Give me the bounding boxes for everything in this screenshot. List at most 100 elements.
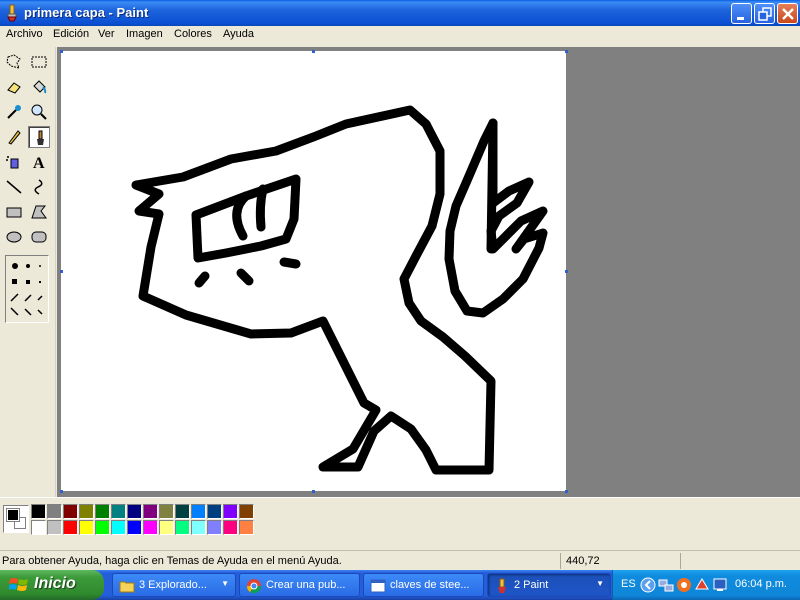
color-palette: [0, 497, 800, 547]
eraser-icon: [7, 82, 21, 94]
tool-polygon[interactable]: [28, 201, 50, 223]
palette-swatch[interactable]: [239, 520, 254, 535]
system-tray: ES 06:04 p.m.: [612, 570, 800, 600]
language-indicator[interactable]: ES: [621, 578, 636, 590]
chevron-left-icon[interactable]: [640, 577, 656, 593]
tool-color-picker[interactable]: [3, 101, 25, 123]
resize-handle[interactable]: [60, 270, 63, 273]
task-paint[interactable]: 2 Paint ▼: [487, 573, 611, 597]
free-select-icon: [6, 54, 21, 69]
palette-swatch[interactable]: [79, 504, 94, 519]
palette-swatch[interactable]: [207, 504, 222, 519]
tool-pencil[interactable]: [3, 126, 25, 148]
palette-swatch[interactable]: [79, 520, 94, 535]
palette-swatch[interactable]: [143, 504, 158, 519]
palette-swatch[interactable]: [191, 504, 206, 519]
tool-fill[interactable]: [28, 76, 50, 98]
menu-colores[interactable]: Colores: [174, 28, 212, 40]
tool-rounded-rect[interactable]: [28, 226, 50, 248]
tool-line[interactable]: [3, 176, 25, 198]
monitor-icon[interactable]: [712, 577, 728, 593]
resize-handle[interactable]: [312, 490, 315, 493]
task-explorer[interactable]: 3 Explorado... ▼: [112, 573, 236, 597]
chevron-down-icon: ▼: [221, 579, 229, 588]
palette-swatch[interactable]: [239, 504, 254, 519]
chevron-down-icon: ▼: [596, 579, 604, 588]
canvas-workarea[interactable]: [57, 47, 800, 497]
menu-imagen[interactable]: Imagen: [126, 28, 163, 40]
update-icon[interactable]: [694, 577, 710, 593]
tool-curve[interactable]: [28, 176, 50, 198]
palette-swatch[interactable]: [111, 504, 126, 519]
palette-swatch[interactable]: [95, 520, 110, 535]
tool-ellipse[interactable]: [3, 226, 25, 248]
window-icon: [370, 579, 386, 593]
menu-edicion[interactable]: Edición: [53, 28, 89, 40]
task-claves[interactable]: claves de stee...: [363, 573, 484, 597]
start-button[interactable]: Inicio: [0, 570, 104, 600]
text-icon: A: [33, 155, 45, 171]
palette-swatch[interactable]: [31, 504, 46, 519]
rounded-rect-icon: [31, 231, 47, 243]
palette-swatch[interactable]: [223, 504, 238, 519]
menu-ayuda[interactable]: Ayuda: [223, 28, 254, 40]
resize-handle[interactable]: [565, 50, 568, 53]
antivirus-icon[interactable]: [676, 577, 692, 593]
palette-swatch[interactable]: [127, 504, 142, 519]
palette-swatch[interactable]: [31, 520, 46, 535]
rect-select-icon: [31, 56, 47, 68]
menu-archivo[interactable]: Archivo: [6, 28, 43, 40]
paint-icon: [498, 578, 506, 593]
brush-size-options[interactable]: [5, 255, 49, 323]
palette-swatch[interactable]: [223, 520, 238, 535]
resize-handle[interactable]: [60, 490, 63, 493]
palette-swatch[interactable]: [159, 504, 174, 519]
status-divider: [560, 553, 561, 569]
minimize-button[interactable]: [731, 3, 752, 24]
tool-magnifier[interactable]: [28, 101, 50, 123]
task-chrome[interactable]: Crear una pub...: [239, 573, 360, 597]
close-button[interactable]: [777, 3, 798, 24]
palette-swatch[interactable]: [143, 520, 158, 535]
palette-swatch[interactable]: [175, 504, 190, 519]
color-picker-icon: [7, 105, 21, 119]
resize-handle[interactable]: [565, 270, 568, 273]
palette-swatch[interactable]: [63, 520, 78, 535]
palette-swatch[interactable]: [47, 520, 62, 535]
menu-ver[interactable]: Ver: [98, 28, 115, 40]
resize-handle[interactable]: [312, 50, 315, 53]
tool-eraser[interactable]: [3, 76, 25, 98]
palette-swatch[interactable]: [175, 520, 190, 535]
maximize-button[interactable]: [754, 3, 775, 24]
current-colors[interactable]: [3, 505, 29, 533]
tool-text[interactable]: A: [28, 151, 50, 173]
taskbar: Inicio 3 Explorado... ▼ Crear una pub...…: [0, 570, 800, 600]
palette-swatch[interactable]: [159, 520, 174, 535]
paint-app-icon[interactable]: [4, 4, 20, 22]
palette-swatch[interactable]: [95, 504, 110, 519]
tool-rectangle[interactable]: [3, 201, 25, 223]
polygon-icon: [31, 205, 47, 219]
tool-free-select[interactable]: [3, 51, 25, 73]
resize-handle[interactable]: [565, 490, 568, 493]
resize-handle[interactable]: [60, 50, 63, 53]
minimize-icon: [737, 17, 744, 20]
palette-swatch[interactable]: [111, 520, 126, 535]
close-icon: [782, 8, 794, 20]
palette-swatch[interactable]: [47, 504, 62, 519]
brush-icon: [37, 130, 44, 145]
airbrush-icon: [6, 156, 19, 169]
drawing-canvas[interactable]: [61, 51, 566, 491]
tool-brush[interactable]: [28, 126, 50, 148]
task-label: 2 Paint: [514, 579, 549, 591]
palette-swatch[interactable]: [207, 520, 222, 535]
network-icon[interactable]: [658, 577, 674, 593]
tool-airbrush[interactable]: [3, 151, 25, 173]
palette-swatch[interactable]: [191, 520, 206, 535]
restore-icon: [758, 7, 772, 21]
fill-bucket-icon: [33, 80, 47, 94]
palette-swatch[interactable]: [127, 520, 142, 535]
cursor-coordinates: 440,72: [566, 555, 600, 567]
palette-swatch[interactable]: [63, 504, 78, 519]
tool-rect-select[interactable]: [28, 51, 50, 73]
